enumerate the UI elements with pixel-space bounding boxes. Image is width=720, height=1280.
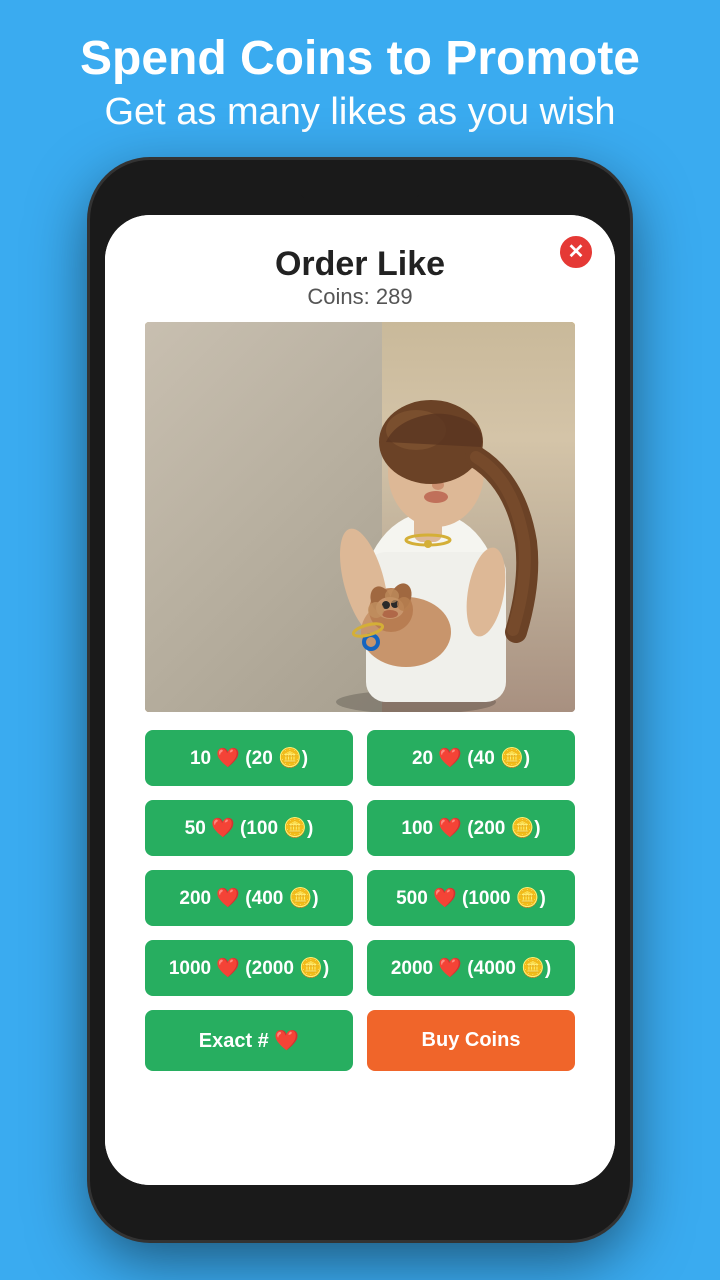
order-100-label: 100 ❤️ (200 🪙) [401, 816, 540, 840]
close-icon: ✕ [557, 233, 595, 271]
phone-frame-container: Order Like Coins: 289 ✕ [90, 160, 630, 1240]
exact-button[interactable]: Exact # ❤️ [145, 1010, 353, 1071]
order-20-label: 20 ❤️ (40 🪙) [412, 746, 530, 770]
close-button[interactable]: ✕ [557, 233, 595, 271]
order-btn-50[interactable]: 50 ❤️ (100 🪙) [145, 800, 353, 856]
order-btn-200[interactable]: 200 ❤️ (400 🪙) [145, 870, 353, 926]
modal-title: Order Like [275, 245, 445, 284]
order-btn-20[interactable]: 20 ❤️ (40 🪙) [367, 730, 575, 786]
page-title: Spend Coins to Promote [20, 30, 700, 88]
order-btn-100[interactable]: 100 ❤️ (200 🪙) [367, 800, 575, 856]
order-buttons-grid: 10 ❤️ (20 🪙) 20 ❤️ (40 🪙) 50 ❤️ (100 🪙) … [145, 730, 575, 996]
buy-coins-button[interactable]: Buy Coins [367, 1010, 575, 1071]
phone-frame: Order Like Coins: 289 ✕ [90, 160, 630, 1240]
woman-illustration [276, 342, 556, 712]
order-500-label: 500 ❤️ (1000 🪙) [396, 886, 546, 910]
order-btn-500[interactable]: 500 ❤️ (1000 🪙) [367, 870, 575, 926]
order-200-label: 200 ❤️ (400 🪙) [179, 886, 318, 910]
order-btn-2000[interactable]: 2000 ❤️ (4000 🪙) [367, 940, 575, 996]
post-image [145, 322, 575, 712]
order-2000-label: 2000 ❤️ (4000 🪙) [391, 956, 551, 980]
close-x-label: ✕ [568, 242, 585, 262]
modal-content: Order Like Coins: 289 ✕ [105, 215, 615, 1185]
order-1000-label: 1000 ❤️ (2000 🪙) [169, 956, 329, 980]
order-10-label: 10 ❤️ (20 🪙) [190, 746, 308, 770]
phone-screen: Order Like Coins: 289 ✕ [105, 215, 615, 1185]
order-btn-10[interactable]: 10 ❤️ (20 🪙) [145, 730, 353, 786]
page-subtitle: Get as many likes as you wish [20, 88, 700, 137]
phone-notch [300, 182, 420, 200]
order-btn-1000[interactable]: 1000 ❤️ (2000 🪙) [145, 940, 353, 996]
order-50-label: 50 ❤️ (100 🪙) [185, 816, 314, 840]
coins-display: Coins: 289 [307, 284, 412, 310]
bottom-buttons: Exact # ❤️ Buy Coins [145, 1010, 575, 1071]
